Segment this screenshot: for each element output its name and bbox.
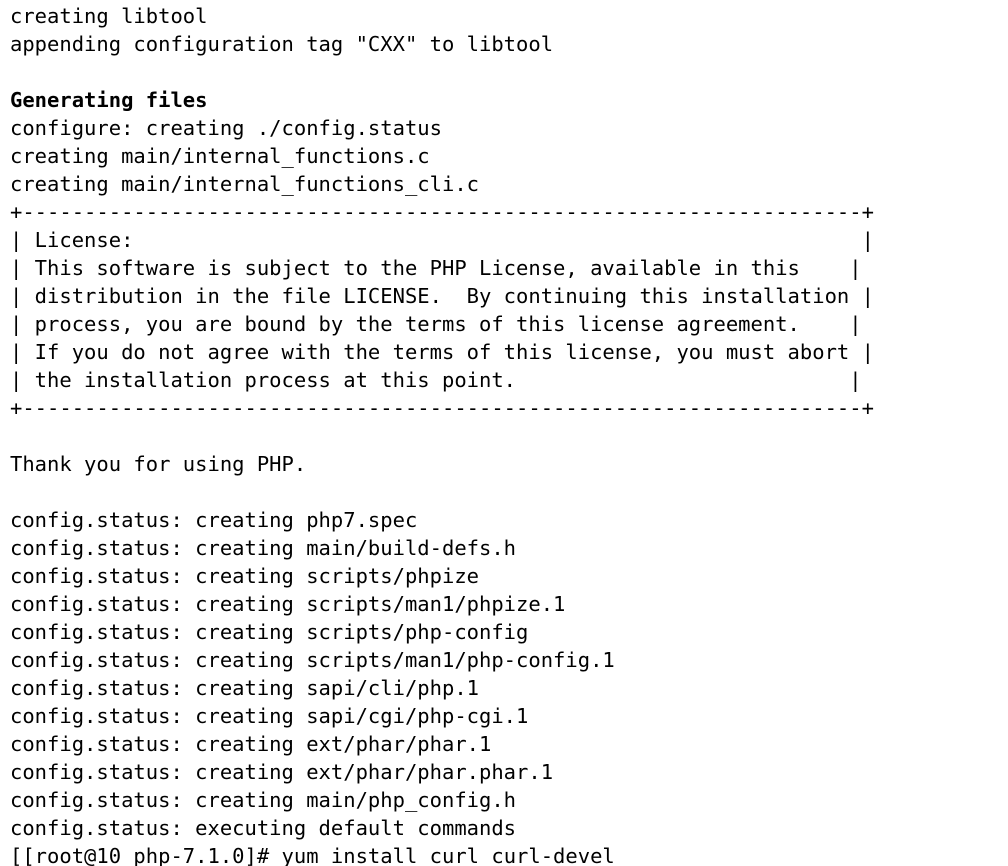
terminal-line: config.status: creating sapi/cgi/php-cgi…: [10, 704, 528, 728]
terminal-line: config.status: creating ext/phar/phar.ph…: [10, 760, 553, 784]
terminal-line: | process, you are bound by the terms of…: [10, 312, 862, 336]
terminal-line: config.status: creating scripts/php-conf…: [10, 620, 528, 644]
terminal-output[interactable]: creating libtool appending configuration…: [0, 0, 1008, 866]
terminal-line: +---------------------------------------…: [10, 200, 874, 224]
terminal-line: config.status: creating main/php_config.…: [10, 788, 516, 812]
terminal-line: +---------------------------------------…: [10, 396, 874, 420]
terminal-line: config.status: creating scripts/man1/php…: [10, 592, 565, 616]
terminal-line: creating libtool: [10, 4, 207, 28]
terminal-line: config.status: creating scripts/man1/php…: [10, 648, 615, 672]
terminal-line: [10, 480, 22, 504]
terminal-line: config.status: creating scripts/phpize: [10, 564, 479, 588]
terminal-line: config.status: creating main/build-defs.…: [10, 536, 516, 560]
terminal-line: Thank you for using PHP.: [10, 452, 306, 476]
terminal-line: | If you do not agree with the terms of …: [10, 340, 874, 364]
terminal-line: | distribution in the file LICENSE. By c…: [10, 284, 874, 308]
terminal-line: [10, 60, 22, 84]
shell-prompt: [[root@10 php-7.1.0]#: [10, 844, 282, 866]
terminal-line: appending configuration tag "CXX" to lib…: [10, 32, 553, 56]
terminal-line: config.status: creating sapi/cli/php.1: [10, 676, 479, 700]
terminal-line: config.status: executing default command…: [10, 816, 516, 840]
terminal-line: | This software is subject to the PHP Li…: [10, 256, 862, 280]
terminal-line: config.status: creating php7.spec: [10, 508, 417, 532]
terminal-line: | License: |: [10, 228, 874, 252]
terminal-line: Generating files: [10, 88, 207, 112]
command-input[interactable]: yum install curl curl-devel: [282, 844, 615, 866]
terminal-line: creating main/internal_functions_cli.c: [10, 172, 479, 196]
terminal-line: [10, 424, 22, 448]
terminal-line: | the installation process at this point…: [10, 368, 862, 392]
terminal-line: creating main/internal_functions.c: [10, 144, 430, 168]
terminal-line: config.status: creating ext/phar/phar.1: [10, 732, 491, 756]
terminal-line: configure: creating ./config.status: [10, 116, 442, 140]
